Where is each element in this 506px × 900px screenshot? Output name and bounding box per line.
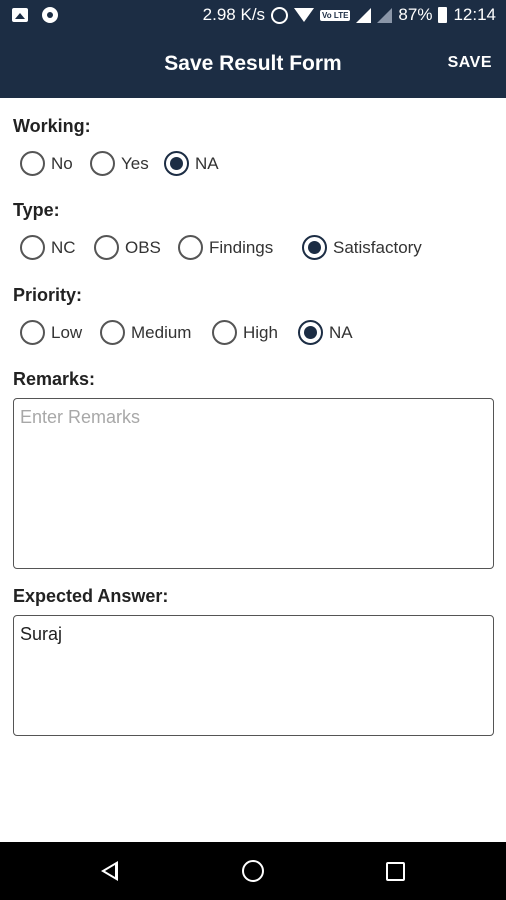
type-option-nc[interactable]: NC <box>20 235 84 260</box>
radio-label: Medium <box>131 322 192 342</box>
working-option-na[interactable]: NA <box>164 151 219 176</box>
working-radio-group: No Yes NA <box>20 151 229 176</box>
radio-label: NA <box>329 322 353 342</box>
network-speed: 2.98 K/s <box>202 5 266 24</box>
working-option-yes[interactable]: Yes <box>90 151 154 176</box>
radio-button[interactable] <box>100 320 125 345</box>
signal-empty-icon <box>377 7 393 23</box>
radio-label: OBS <box>125 237 161 257</box>
priority-option-medium[interactable]: Medium <box>100 320 202 345</box>
radio-label: Satisfactory <box>333 237 422 257</box>
radio-button[interactable] <box>178 235 203 260</box>
clock: 12:14 <box>453 5 496 24</box>
circle-notification-icon <box>42 7 58 23</box>
radio-label: NA <box>195 153 219 173</box>
type-option-satisfactory[interactable]: Satisfactory <box>302 235 422 260</box>
priority-option-na[interactable]: NA <box>298 320 353 345</box>
type-label: Type: <box>13 200 60 220</box>
expected-answer-input[interactable] <box>13 615 494 736</box>
radio-button[interactable] <box>90 151 115 176</box>
type-option-obs[interactable]: OBS <box>94 235 168 260</box>
type-option-findings[interactable]: Findings <box>178 235 292 260</box>
radio-button[interactable] <box>20 320 45 345</box>
status-bar: 2.98 K/s Vo LTE 87% 12:14 <box>0 0 506 32</box>
remarks-input[interactable] <box>13 398 494 569</box>
radio-label: Yes <box>121 153 149 173</box>
radio-button[interactable] <box>20 151 45 176</box>
expected-answer-label: Expected Answer: <box>13 586 169 606</box>
working-label: Working: <box>13 116 91 136</box>
type-radio-group: NC OBS Findings Satisfactory <box>20 235 432 260</box>
radio-label: Findings <box>209 237 274 257</box>
wifi-icon <box>294 8 315 22</box>
radio-button-selected[interactable] <box>164 151 189 176</box>
working-option-no[interactable]: No <box>20 151 80 176</box>
priority-option-high[interactable]: High <box>212 320 288 345</box>
radio-button[interactable] <box>94 235 119 260</box>
radio-button-selected[interactable] <box>298 320 323 345</box>
navigation-bar <box>0 842 506 900</box>
radio-label: Low <box>51 322 83 342</box>
radio-button-selected[interactable] <box>302 235 327 260</box>
page-title: Save Result Form <box>164 52 342 75</box>
battery-icon <box>438 7 448 23</box>
back-icon[interactable] <box>101 861 118 881</box>
image-icon <box>12 8 28 22</box>
signal-icon <box>356 7 372 23</box>
remarks-label: Remarks: <box>13 369 96 389</box>
save-button[interactable]: SAVE <box>448 54 492 72</box>
radio-label: No <box>51 153 73 173</box>
recents-icon[interactable] <box>386 862 405 881</box>
priority-radio-group: Low Medium High NA <box>20 320 363 345</box>
volte-badge: Vo LTE <box>320 9 351 21</box>
app-bar: Save Result Form SAVE <box>0 32 506 98</box>
radio-button[interactable] <box>20 235 45 260</box>
radio-label: High <box>243 322 278 342</box>
alarm-icon <box>271 6 289 24</box>
priority-label: Priority: <box>13 285 83 305</box>
radio-button[interactable] <box>212 320 237 345</box>
priority-option-low[interactable]: Low <box>20 320 90 345</box>
radio-label: NC <box>51 237 76 257</box>
home-icon[interactable] <box>242 860 264 882</box>
battery-percent: 87% <box>398 5 433 24</box>
